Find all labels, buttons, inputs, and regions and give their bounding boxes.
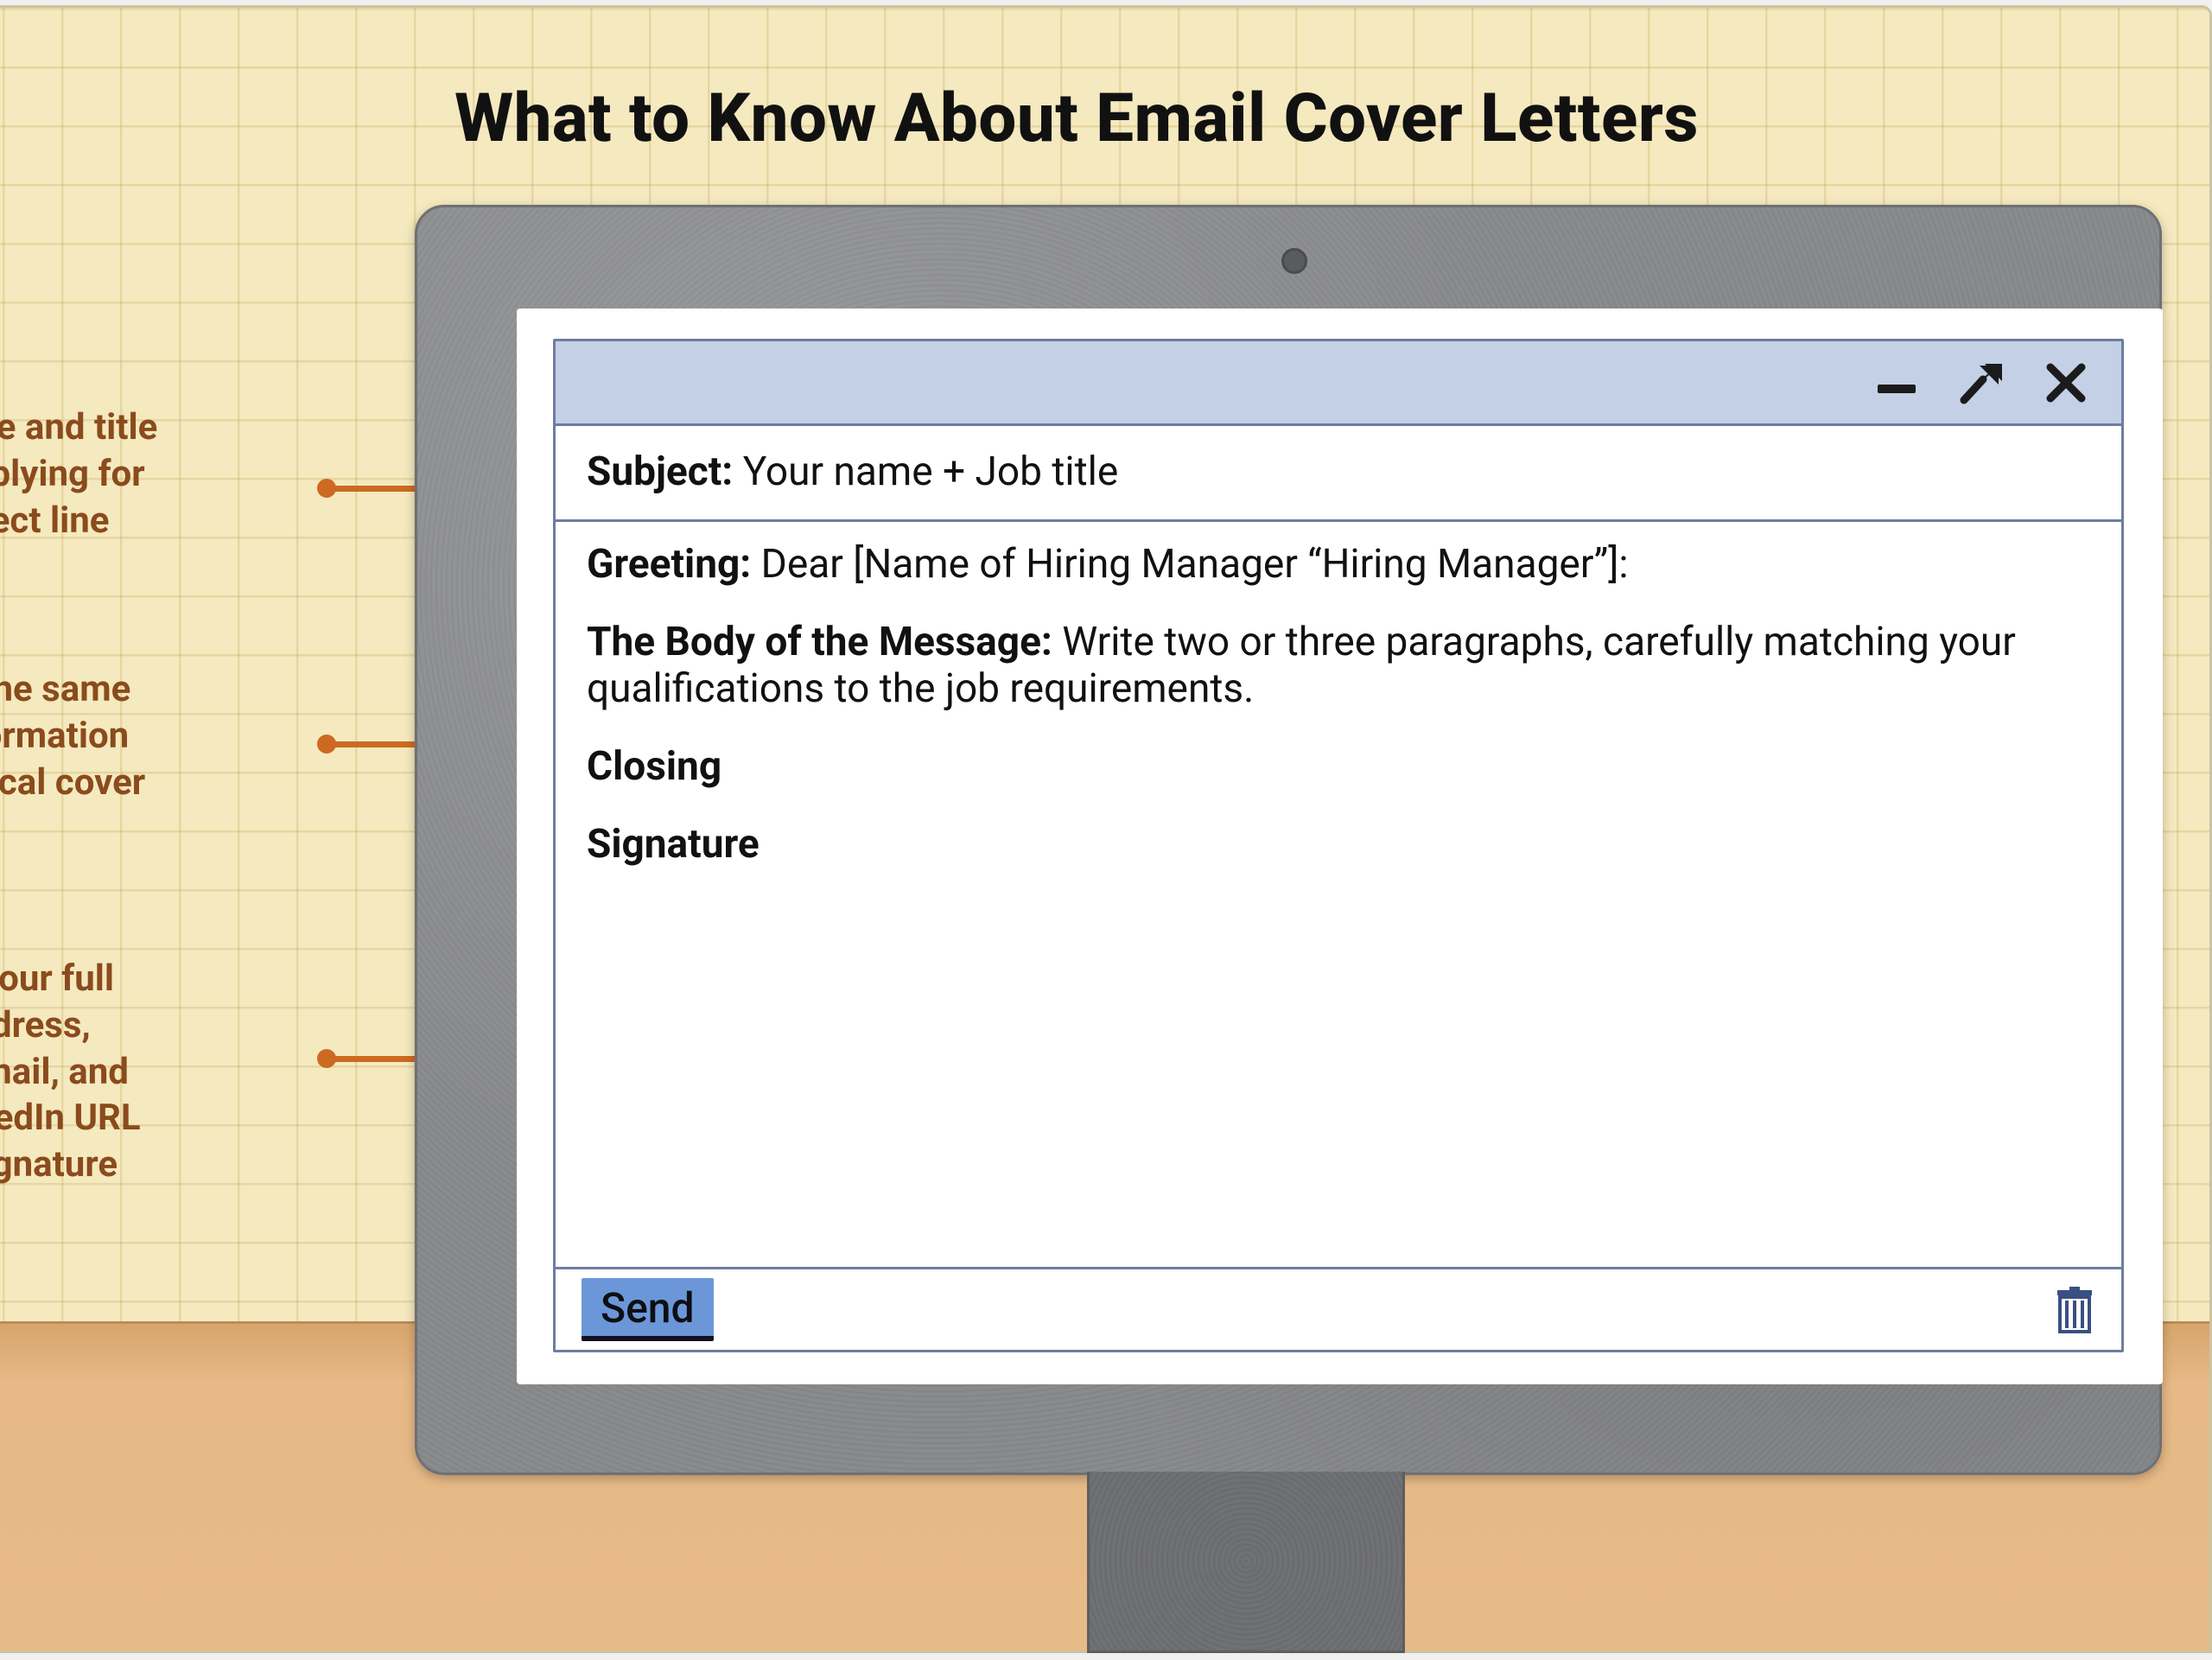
computer-monitor: Subject: Your name + Job title Greeting:…	[415, 205, 2162, 1475]
monitor-stand	[1087, 1472, 1405, 1653]
annotation-signature-info: clude your fullme, address,one, email, a…	[0, 956, 141, 1188]
annotation-body-info: clude the samesic information a physical…	[0, 666, 145, 852]
minimize-icon[interactable]	[1872, 359, 1921, 407]
greeting-value: Dear [Name of Hiring Manager “Hiring Man…	[761, 541, 1629, 588]
maximize-icon[interactable]	[1957, 359, 2005, 407]
annotation-subject-line: ur name and titleu're applying for in su…	[0, 404, 157, 544]
closing-label: Closing	[587, 743, 721, 790]
infographic-card: What to Know About Email Cover Letters u…	[0, 5, 2212, 1653]
email-compose-window: Subject: Your name + Job title Greeting:…	[553, 339, 2124, 1352]
compose-body-area[interactable]: Greeting: Dear [Name of Hiring Manager “…	[556, 522, 2121, 907]
body-label: The Body of the Message:	[587, 619, 1052, 665]
compose-titlebar	[556, 341, 2121, 426]
send-button[interactable]: Send	[582, 1278, 714, 1341]
trash-icon[interactable]	[2054, 1287, 2095, 1333]
greeting-label: Greeting:	[587, 541, 751, 588]
page-title: What to Know About Email Cover Letters	[0, 80, 2212, 158]
subject-label: Subject:	[587, 448, 733, 495]
webcam-icon	[1281, 248, 1307, 274]
close-icon[interactable]	[2042, 359, 2090, 407]
compose-subject-row[interactable]: Subject: Your name + Job title	[556, 426, 2121, 522]
subject-value: Your name + Job title	[743, 448, 1119, 495]
compose-bottombar: Send	[556, 1267, 2121, 1350]
monitor-screen: Subject: Your name + Job title Greeting:…	[517, 308, 2163, 1384]
signature-label: Signature	[587, 821, 760, 868]
